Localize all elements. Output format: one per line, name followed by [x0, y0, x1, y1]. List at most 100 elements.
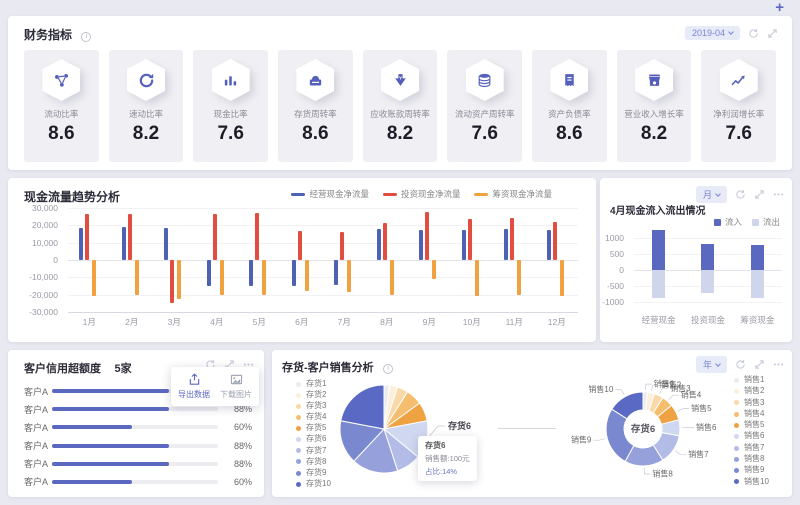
hexagon-badge: [635, 59, 674, 101]
trend-bar[interactable]: [546, 229, 551, 260]
legend-item[interactable]: 筹资现金净流量: [474, 188, 552, 200]
kpi-label: 营业收入增长率: [624, 109, 684, 119]
coins-icon: [478, 73, 491, 87]
trend-bar[interactable]: [347, 260, 352, 293]
legend-item[interactable]: 经营现金净流量: [291, 188, 369, 200]
kpi-card[interactable]: 现金比率 7.6: [193, 50, 269, 162]
download-image-menu-item[interactable]: 下载图片: [219, 373, 253, 400]
trend-bar[interactable]: [92, 260, 97, 296]
trend-bar[interactable]: [382, 222, 387, 260]
trend-bar[interactable]: [467, 219, 472, 260]
trend-bar[interactable]: [177, 260, 182, 299]
trend-bar[interactable]: [504, 229, 509, 260]
trend-bar[interactable]: [219, 260, 224, 295]
kpi-label: 存货周转率: [294, 109, 337, 119]
credit-bar-fill[interactable]: [52, 407, 169, 412]
trend-bar[interactable]: [510, 218, 515, 260]
trend-bar[interactable]: [79, 227, 84, 260]
trend-bar[interactable]: [262, 260, 267, 295]
expand-icon[interactable]: [754, 189, 765, 200]
credit-bar-fill[interactable]: [52, 461, 169, 466]
legend-item[interactable]: 流出: [751, 216, 780, 228]
trend-bar[interactable]: [552, 221, 557, 260]
trend-bar[interactable]: [559, 260, 564, 297]
gridline: [68, 312, 578, 313]
trend-bar[interactable]: [164, 227, 169, 260]
legend-swatch: [713, 218, 721, 226]
trend-bar[interactable]: [121, 227, 126, 260]
inout-period-dropdown[interactable]: 月: [695, 186, 727, 203]
trend-bar[interactable]: [425, 212, 430, 260]
trend-bar[interactable]: [474, 260, 479, 296]
trend-bar[interactable]: [334, 260, 339, 286]
more-icon[interactable]: [773, 189, 784, 200]
inout-stacked-bars: [634, 230, 782, 310]
info-icon: i: [81, 32, 92, 42]
trend-bar[interactable]: [304, 260, 309, 292]
trend-bar[interactable]: [249, 260, 254, 287]
trend-bar[interactable]: [517, 260, 522, 295]
pie-donut-connector-line: [498, 428, 556, 429]
trend-bar[interactable]: [85, 214, 90, 260]
trend-bar[interactable]: [206, 260, 211, 286]
trend-bar[interactable]: [127, 213, 132, 260]
trend-bar[interactable]: [212, 214, 217, 260]
trend-bar[interactable]: [419, 229, 424, 260]
chevron-down-icon: [728, 29, 734, 35]
kpi-panel-title: 财务指标: [24, 28, 73, 42]
kpi-card[interactable]: 资产负债率 8.6: [532, 50, 607, 162]
x-tick-label: 2月: [125, 317, 139, 327]
export-data-menu-item[interactable]: 导出数据: [177, 373, 211, 400]
stacked-bar[interactable]: [652, 230, 666, 310]
slice-label: 销售10: [588, 384, 613, 394]
kpi-card[interactable]: Y 应收账款周转率 8.2: [362, 50, 438, 162]
kpi-card[interactable]: 存货周转率 8.6: [278, 50, 353, 162]
kpi-label: 净利润增长率: [713, 109, 765, 119]
trend-bar[interactable]: [170, 260, 175, 303]
credit-bar-fill[interactable]: [52, 443, 169, 448]
kpi-card[interactable]: 流动比率 8.6: [24, 50, 99, 162]
legend-swatch: [291, 192, 306, 196]
rotate-icon: [139, 73, 153, 87]
trend-legend: 经营现金净流量 投资现金净流量 筹资现金净流量: [291, 188, 552, 200]
legend-item[interactable]: 投资现金净流量: [382, 188, 460, 200]
legend-item[interactable]: 流入: [713, 216, 742, 228]
kpi-card[interactable]: 营业收入增长率 8.2: [616, 50, 692, 162]
kpi-card[interactable]: 净利润增长率 7.6: [701, 50, 777, 162]
expand-icon[interactable]: [767, 28, 778, 39]
pie-donut-canvas: 销售1销售2销售3销售4销售5销售6销售7销售8销售9销售10存货6 存货6: [339, 379, 717, 479]
trend-bar[interactable]: [389, 260, 394, 295]
month-group: [536, 208, 579, 312]
sales-donut-slice[interactable]: [605, 408, 635, 463]
credit-bar-fill[interactable]: [52, 425, 132, 430]
trend-bar[interactable]: [297, 231, 302, 260]
label-leader-line: [593, 438, 606, 441]
label-leader-line: [668, 394, 679, 400]
donut-center-label: 存货6: [630, 423, 655, 435]
add-widget-button[interactable]: +: [775, 0, 784, 16]
stacked-bar[interactable]: [701, 230, 715, 310]
credit-bar-track: [52, 443, 218, 448]
inventory-pie-slice[interactable]: [340, 384, 385, 430]
refresh-icon[interactable]: [748, 28, 759, 39]
x-tick-label: 6月: [295, 317, 309, 327]
credit-bar-fill[interactable]: [52, 479, 132, 484]
trend-bar[interactable]: [432, 260, 437, 280]
trend-bar[interactable]: [255, 213, 260, 260]
kpi-card[interactable]: 流动资产周转率 7.6: [447, 50, 523, 162]
trend-bar-chart: [68, 208, 578, 312]
trend-bar[interactable]: [291, 260, 296, 286]
trend-bar[interactable]: [340, 231, 345, 260]
kpi-card[interactable]: 速动比率 8.2: [108, 50, 184, 162]
kpi-period-dropdown[interactable]: 2019-04: [684, 26, 740, 40]
trend-bar[interactable]: [134, 260, 139, 295]
trend-bar[interactable]: [376, 228, 381, 260]
slice-label: 销售7: [688, 449, 709, 459]
x-tick-label: 12月: [547, 317, 566, 327]
inflow-segment: [750, 245, 764, 270]
stacked-bar[interactable]: [750, 230, 764, 310]
cash-register-icon: [309, 75, 322, 85]
refresh-icon[interactable]: [735, 189, 746, 200]
trend-bar[interactable]: [461, 229, 466, 260]
credit-bar-fill[interactable]: [52, 389, 169, 394]
